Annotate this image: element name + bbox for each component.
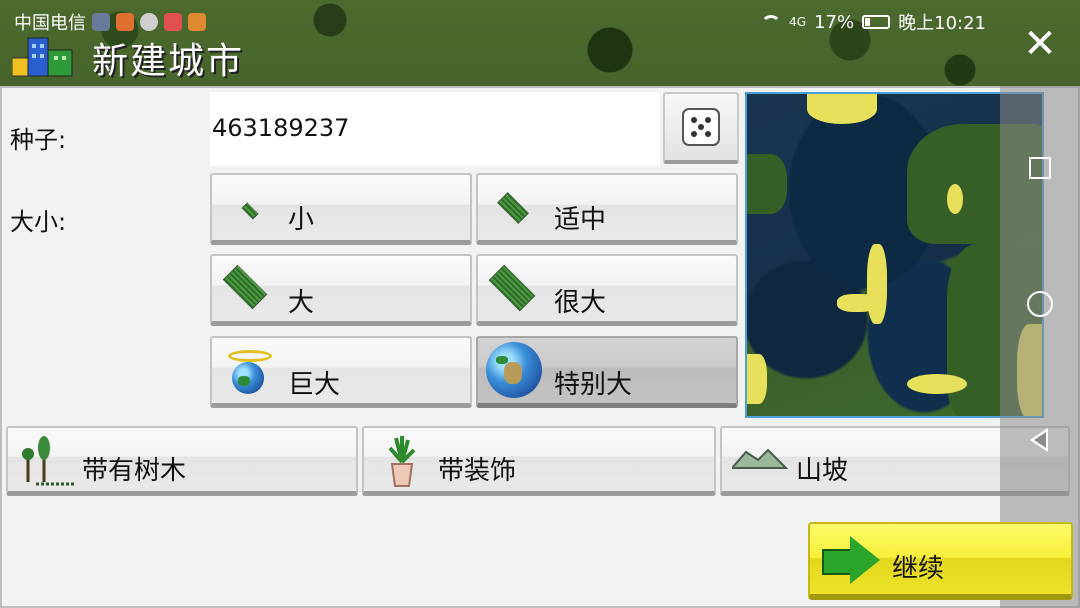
back-triangle-icon xyxy=(1030,428,1048,452)
globe-icon xyxy=(486,342,542,398)
recents-button[interactable] xyxy=(1020,148,1060,188)
size-option-label: 适中 xyxy=(554,205,607,235)
small-globe-icon xyxy=(232,362,264,394)
medium-tile-icon xyxy=(497,192,529,224)
size-option-label: 大 xyxy=(288,288,315,318)
square-icon xyxy=(1029,157,1051,179)
size-option-label: 小 xyxy=(288,205,315,235)
small-tile-icon xyxy=(241,202,259,220)
size-option-extra-large[interactable]: 特别大 xyxy=(476,336,738,408)
large-tile-icon xyxy=(222,264,268,310)
home-button[interactable] xyxy=(1020,284,1060,324)
very-large-tile-icon xyxy=(488,264,536,312)
toggle-label: 带有树木 xyxy=(82,456,187,486)
size-option-label: 巨大 xyxy=(288,370,341,400)
toggle-decorations[interactable]: 带装饰 xyxy=(362,426,716,496)
halo-icon xyxy=(228,350,272,362)
size-option-huge[interactable]: 巨大 xyxy=(210,336,472,408)
circle-icon xyxy=(1027,291,1053,317)
size-label: 大小: xyxy=(10,208,67,236)
toggle-trees[interactable]: 带有树木 xyxy=(6,426,358,496)
continue-label: 继续 xyxy=(892,554,945,584)
size-option-large[interactable]: 大 xyxy=(210,254,472,326)
trees-icon xyxy=(22,436,76,486)
random-seed-button[interactable] xyxy=(663,92,739,164)
arrow-right-icon xyxy=(822,536,882,584)
back-button[interactable] xyxy=(1020,420,1060,460)
size-option-label: 特别大 xyxy=(554,370,633,400)
size-option-medium[interactable]: 适中 xyxy=(476,173,738,245)
seed-value: 463189237 xyxy=(212,114,350,142)
size-option-very-large[interactable]: 很大 xyxy=(476,254,738,326)
continue-button[interactable]: 继续 xyxy=(808,522,1073,600)
toggle-label: 山坡 xyxy=(796,456,849,486)
size-option-small[interactable]: 小 xyxy=(210,173,472,245)
city-icon xyxy=(12,37,73,77)
page-title: 新建城市 xyxy=(92,41,245,82)
size-option-label: 很大 xyxy=(554,288,607,318)
title-bar: 新建城市 xyxy=(0,20,1000,86)
plant-pot-icon xyxy=(388,436,416,487)
seed-label: 种子: xyxy=(10,126,67,154)
toggle-label: 带装饰 xyxy=(438,456,517,486)
close-icon[interactable]: ✕ xyxy=(1018,24,1062,64)
hill-icon xyxy=(732,448,788,469)
dice-icon xyxy=(682,108,720,146)
